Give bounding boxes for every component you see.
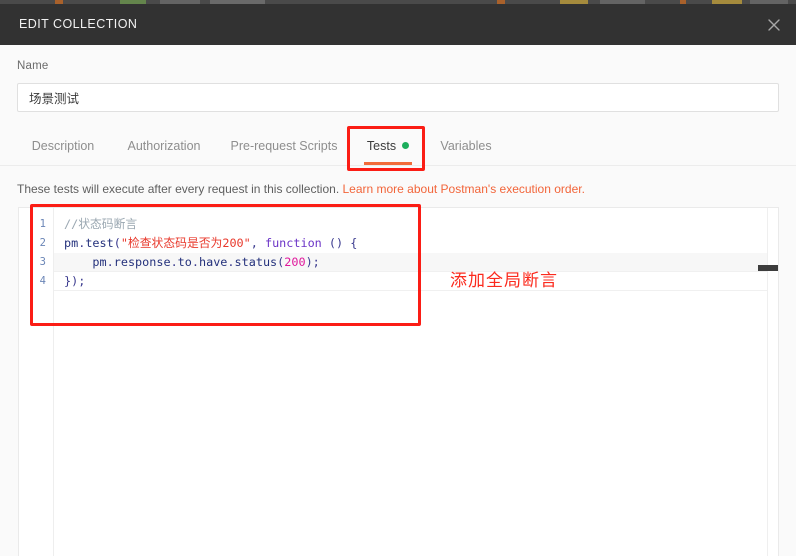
code-token: test — [85, 236, 114, 250]
modal-header: EDIT COLLECTION — [0, 4, 796, 46]
tab-label: Pre-request Scripts — [230, 139, 338, 153]
tab-label: Variables — [440, 139, 492, 153]
code-token: //状态码断言 — [64, 217, 138, 231]
tab-label: Authorization — [127, 139, 201, 153]
collection-name-input[interactable] — [17, 83, 779, 112]
code-token: }); — [64, 274, 86, 288]
code-token: ( — [113, 236, 121, 250]
code-token: status — [234, 255, 278, 269]
editor-code-area[interactable]: //状态码断言 pm.test("检查状态码是否为200", function (… — [54, 208, 778, 556]
editor-scrollbar-thumb[interactable] — [758, 265, 778, 271]
line-number: 3 — [39, 256, 46, 268]
code-token: . — [106, 255, 114, 269]
editor-row-rule — [54, 271, 778, 272]
name-label: Name — [17, 60, 49, 72]
line-number: 4 — [39, 275, 46, 287]
code-token: () { — [321, 236, 358, 250]
tab-label: Description — [31, 139, 95, 153]
code-token: , — [250, 236, 265, 250]
tab-variables[interactable]: Variables — [437, 127, 495, 165]
helper-sentence: These tests will execute after every req… — [17, 182, 343, 196]
code-token: ); — [305, 255, 320, 269]
line-number: 1 — [39, 218, 46, 230]
tab-label: Tests — [366, 139, 397, 153]
code-token: "检查状态码是否为200" — [120, 236, 251, 250]
learn-more-link[interactable]: Learn more about Postman's execution ord… — [342, 182, 584, 196]
editor-row-rule — [54, 290, 778, 291]
close-icon[interactable] — [760, 11, 788, 39]
editor-line-number-gutter: 1 2 3 4 — [19, 208, 54, 556]
tab-authorization[interactable]: Authorization — [123, 127, 205, 165]
code-token: . — [191, 255, 199, 269]
line-number: 2 — [39, 237, 46, 249]
code-line[interactable]: pm.test("检查状态码是否为200", function () { — [54, 234, 778, 253]
code-token: to — [177, 255, 192, 269]
code-line[interactable]: //状态码断言 — [54, 215, 778, 234]
code-token: pm — [64, 255, 107, 269]
tests-code-editor[interactable]: 1234 //状态码断言 pm.test("检查状态码是否为200", funct… — [18, 207, 779, 556]
tab-description[interactable]: Description — [25, 127, 101, 165]
code-token: have — [199, 255, 228, 269]
tab-bar: Description Authorization Pre-request Scri… — [0, 127, 796, 166]
modal-title: EDIT COLLECTION — [19, 17, 138, 31]
tab-active-underline — [364, 162, 412, 165]
code-token: . — [227, 255, 235, 269]
tab-modified-dot-icon — [402, 142, 410, 149]
code-line[interactable]: pm.response.to.have.status(200); — [54, 253, 778, 272]
code-token: pm — [64, 236, 79, 250]
code-line[interactable]: }); — [54, 272, 778, 291]
tab-tests[interactable]: Tests — [364, 127, 412, 165]
tab-pre-request-scripts[interactable]: Pre-request Scripts — [228, 127, 340, 165]
editor-vertical-scrollbar[interactable] — [758, 208, 778, 556]
code-token: response — [113, 255, 171, 269]
code-token: function — [264, 236, 322, 250]
edit-collection-modal: EDIT COLLECTION Name Description Authoriz… — [0, 0, 796, 556]
tests-helper-text: These tests will execute after every req… — [17, 182, 585, 196]
code-token: 200 — [284, 255, 306, 269]
code-token: . — [170, 255, 178, 269]
